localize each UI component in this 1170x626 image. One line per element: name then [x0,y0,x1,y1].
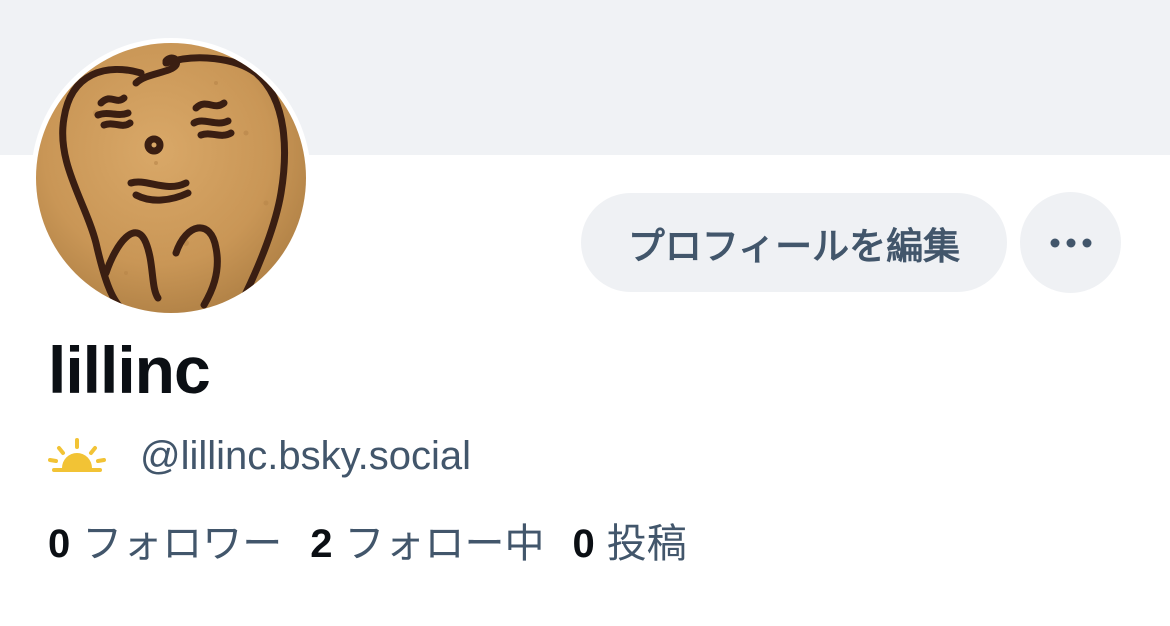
profile-page: プロフィールを編集 lillinc @lillinc.bsky.social 0… [0,0,1170,626]
following-count: 2 [310,522,333,566]
posts-label: 投稿 [606,521,687,567]
more-options-button[interactable] [1020,192,1121,293]
followers-stat[interactable]: 0 フォロワー [48,518,282,570]
edit-profile-button[interactable]: プロフィールを編集 [581,193,1007,292]
ellipsis-icon [1050,238,1091,247]
following-label: フォロー中 [344,521,545,567]
followers-label: フォロワー [82,521,283,567]
profile-handle[interactable]: @lillinc.bsky.social [140,432,471,480]
sunrise-icon [48,438,106,472]
handle-row: @lillinc.bsky.social [48,432,471,480]
posts-count: 0 [572,522,595,566]
avatar[interactable] [31,38,311,318]
posts-stat: 0 投稿 [573,518,687,570]
profile-stats: 0 フォロワー 2 フォロー中 0 投稿 [48,518,715,570]
followers-count: 0 [48,522,71,566]
avatar-image [36,43,306,313]
display-name: lillinc [48,333,211,407]
following-stat[interactable]: 2 フォロー中 [310,518,544,570]
